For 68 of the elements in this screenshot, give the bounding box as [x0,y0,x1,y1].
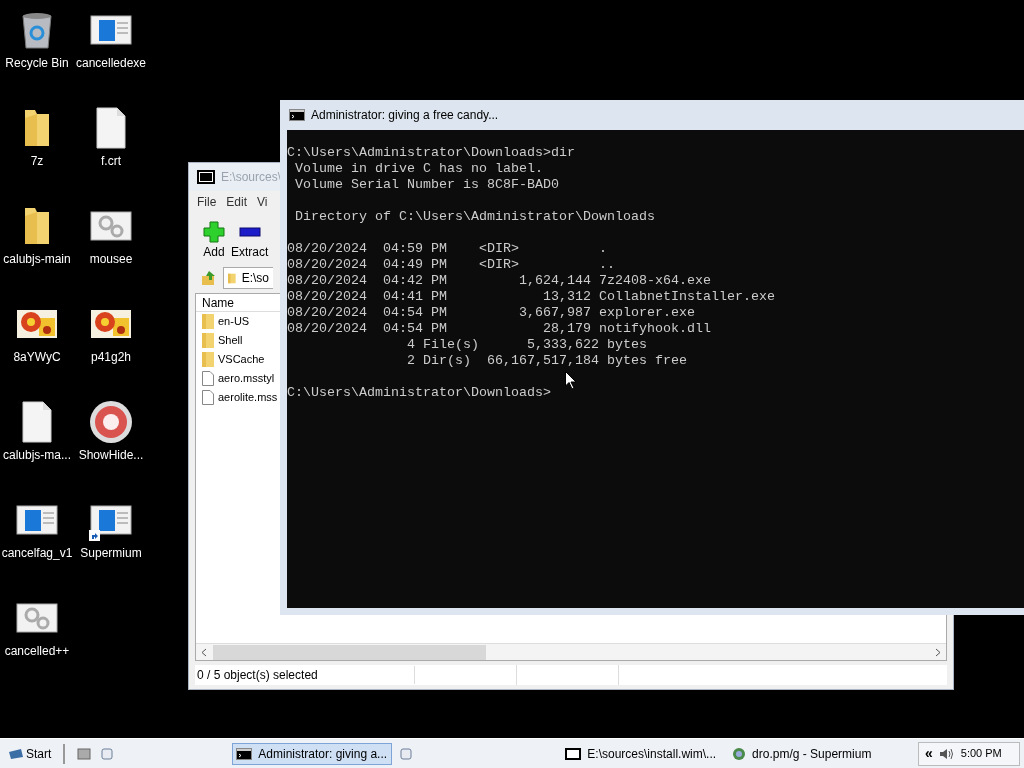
start-button[interactable]: Start [8,744,52,763]
file-name[interactable]: aerolite.mss [218,389,278,406]
taskbar-button[interactable]: Administrator: giving a... [232,742,393,765]
desktop-icon-label[interactable]: 8aYWyC [13,350,61,364]
file-name[interactable]: VSCache [218,351,265,368]
taskbar-button[interactable]: E:\sources\install.wim\... [561,742,721,765]
file-icon [202,371,214,386]
desktop-icon-label[interactable]: f.crt [101,154,121,168]
desktop-icon-label[interactable]: cancelled++ [4,644,70,658]
column-header[interactable]: Name [196,294,274,311]
console-line: C:\Users\Administrator\Downloads> [287,385,551,401]
globe-icon [732,746,747,761]
seven-zip-icon [197,170,215,184]
menu-item[interactable]: File [197,193,217,211]
console-line: 4 File(s) 5,333,622 bytes [405,337,647,353]
window-title: Administrator: giving a free candy... [311,107,499,124]
address-field[interactable]: E:\so [223,267,273,289]
desktop-icon-label[interactable]: cancelfag_v1 [1,546,73,560]
folder-icon [202,352,214,367]
scroll-thumb[interactable] [213,644,486,660]
speaker-icon[interactable] [938,746,955,761]
tray-expand-button[interactable]: « [925,743,933,764]
desktop-icon-label[interactable]: Recycle Bin [5,56,69,70]
console-line: 2 Dir(s) 66,167,517,184 bytes free [405,353,687,369]
desktop-icon-label[interactable]: Supermium [80,546,142,560]
folder-icon [202,314,214,329]
window-switch-icon[interactable] [100,747,115,760]
console-line: 08/20/2024 04:54 PM 28,179 notifyhook.dll [287,321,711,337]
toolbar-button[interactable]: Add [203,221,225,261]
console-line: 08/20/2024 04:41 PM 13,312 CollabnetInstaller.exe [287,289,775,305]
console-line: 08/20/2024 04:59 PM <DIR> . [287,241,607,257]
show-desktop-icon[interactable] [77,747,92,760]
file-icon [202,390,214,405]
desktop-icon-label[interactable]: mousee [89,252,133,266]
file-name[interactable]: Shell [218,332,243,349]
console-icon [236,747,253,760]
window-switch-icon[interactable] [399,747,414,760]
mouse-pointer-icon [565,371,577,390]
console-line: Volume in drive C has no label. [294,161,543,177]
console-line: Directory of C:\Users\Administrator\Downloads [294,209,655,225]
desktop-icon-label[interactable]: ShowHide... [78,448,144,462]
status-text: 0 / 5 object(s) selected [195,666,415,684]
toolbar-button[interactable]: Extract [231,221,269,261]
menu-item[interactable]: Vi [257,193,268,211]
console-line: 08/20/2024 04:42 PM 1,624,144 7z2408-x64.exe [287,273,711,289]
taskbar-button[interactable]: dro.pm/g - Supermium [728,742,876,765]
folder-icon [202,333,214,348]
console-line: C:\Users\Administrator\Downloads>dir [287,145,575,161]
console-line: 08/20/2024 04:54 PM 3,667,987 explorer.exe [287,305,695,321]
desktop-icon-label[interactable]: calubjs-ma... [3,448,71,462]
console-line: 08/20/2024 04:49 PM <DIR> .. [287,257,615,273]
plus-icon [203,221,225,243]
window-title: E:\sources\ [221,169,282,186]
desktop-icon-label[interactable]: 7z [30,154,44,168]
start-icon [8,747,24,760]
desktop-icon-label[interactable]: calubjs-main [3,252,71,266]
seven-zip-icon [565,747,582,760]
menu-item[interactable]: Edit [226,193,248,211]
desktop-icon-label[interactable]: p41g2h [90,350,131,364]
folder-up-icon [201,270,217,286]
file-name[interactable]: en-US [218,313,250,330]
console-icon [289,109,305,121]
desktop-icon-label[interactable]: cancelledexe [75,56,147,70]
file-name[interactable]: aero.msstyl [218,370,275,387]
clock: 5:00 PM [960,746,1002,762]
console-line: Volume Serial Number is 8C8F-BAD0 [294,177,559,193]
disc-icon [89,400,133,444]
horizontal-scrollbar[interactable] [196,643,946,660]
